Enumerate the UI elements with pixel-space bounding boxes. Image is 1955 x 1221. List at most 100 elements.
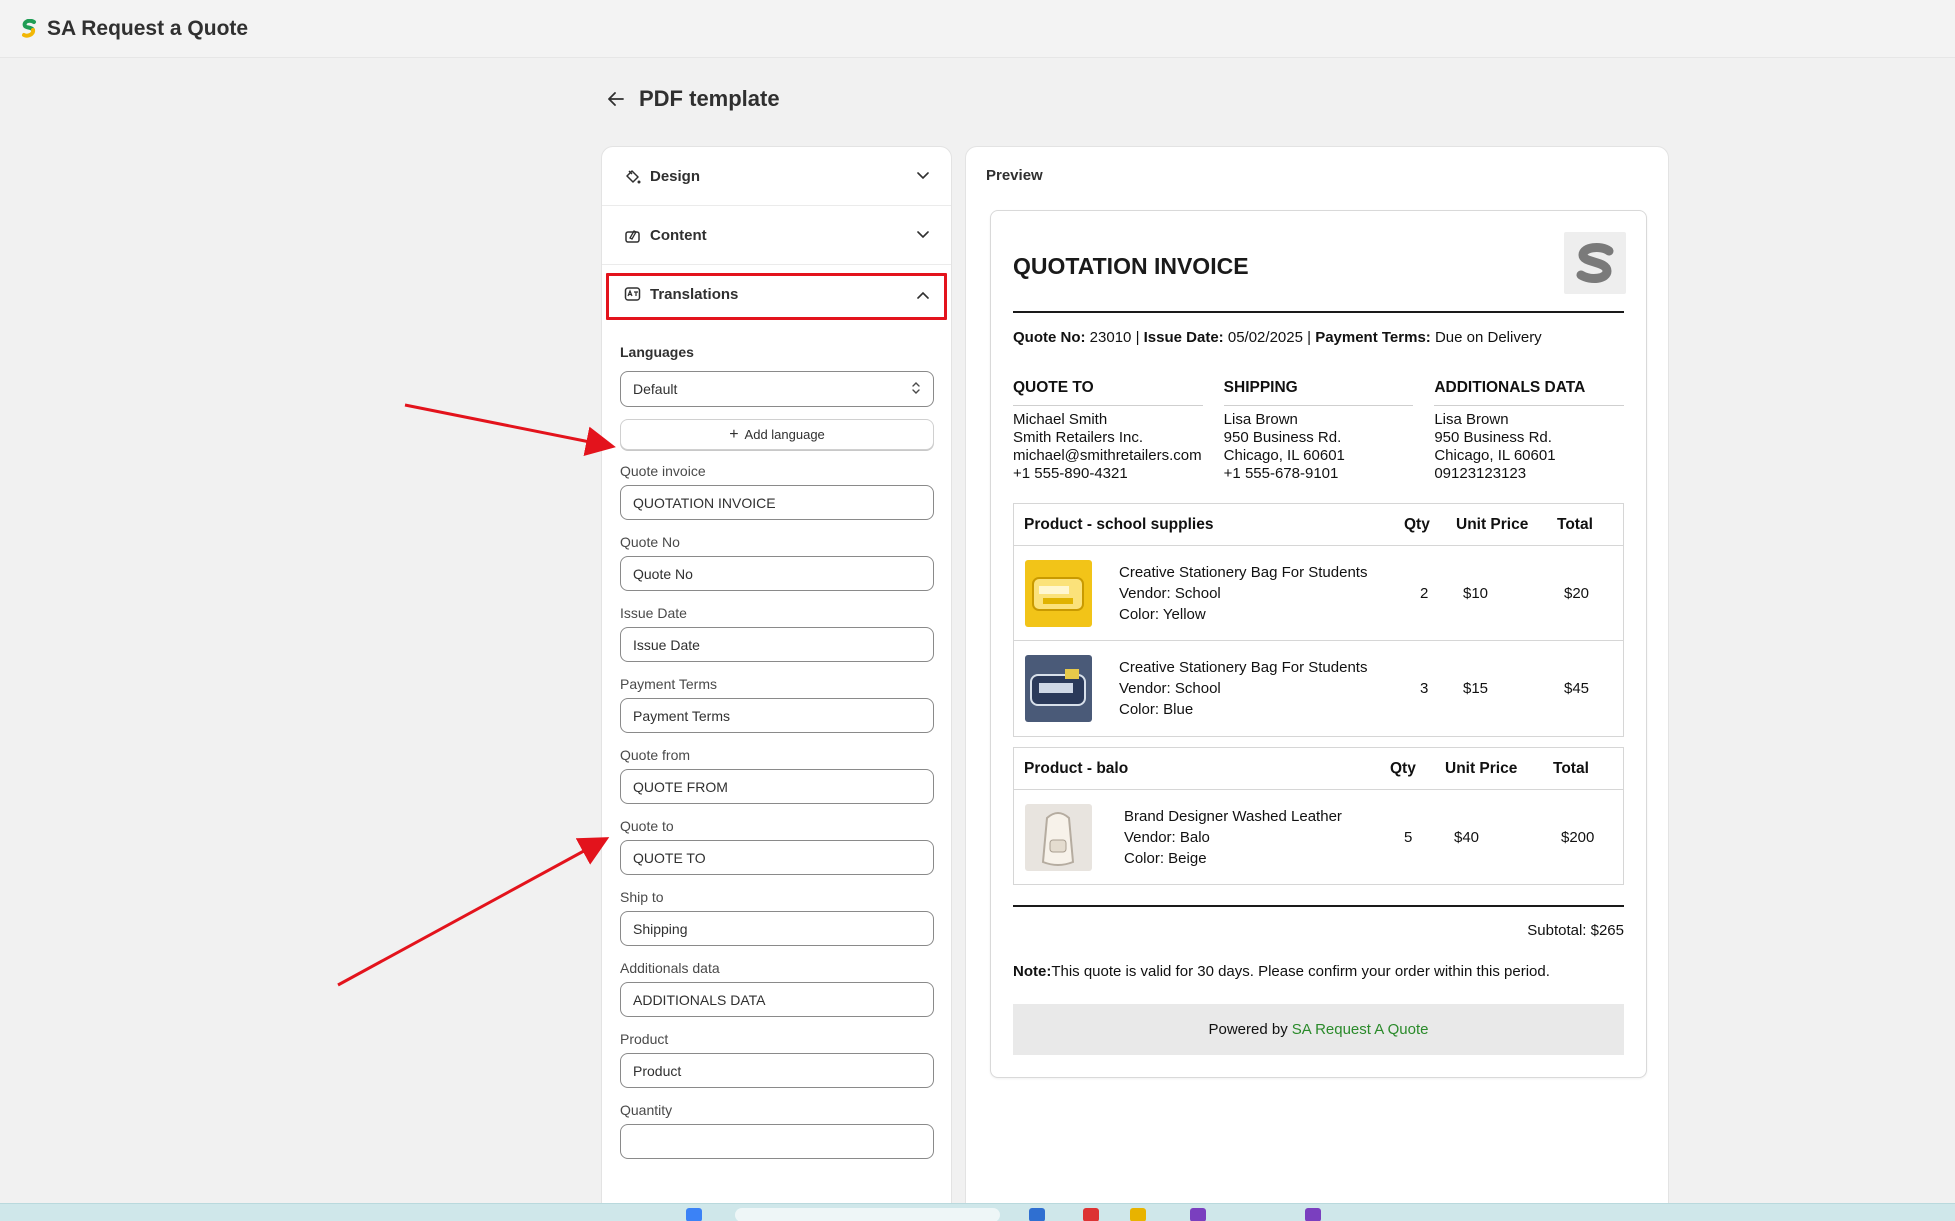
taskbar-app-icon[interactable] <box>686 1208 702 1221</box>
field-input[interactable] <box>620 1124 934 1159</box>
address-line: Smith Retailers Inc. <box>1013 429 1144 446</box>
field-input[interactable] <box>620 982 934 1017</box>
translate-icon <box>622 285 642 305</box>
separator: | <box>1307 329 1312 346</box>
additional-data-block: ADDITIONALS DATA Lisa Brown 950 Business… <box>1434 379 1625 483</box>
shipping-heading: SHIPPING <box>1223 379 1414 406</box>
address-line: +1 555-678-9101 <box>1223 465 1339 482</box>
product-name: Brand Designer Washed Leather <box>1124 807 1342 825</box>
language-select-value: Default <box>633 381 678 397</box>
company-logo-icon <box>1564 232 1626 294</box>
translation-field: Quote invoice <box>620 463 934 520</box>
settings-panel: Design Content Translations Languages De… <box>601 146 952 1221</box>
chevron-down-icon <box>915 227 931 243</box>
product-name: Creative Stationery Bag For Students <box>1119 659 1368 676</box>
product-color: Color: Yellow <box>1119 605 1206 623</box>
field-label: Issue Date <box>620 605 687 621</box>
section-content-label: Content <box>650 226 707 244</box>
quote-meta: Quote No: 23010 | Issue Date: 05/02/2025… <box>1013 329 1542 346</box>
select-arrows-icon <box>911 381 921 398</box>
section-content[interactable]: Content <box>602 206 951 265</box>
translation-field: Additionals data <box>620 960 934 1017</box>
section-design-label: Design <box>650 167 701 185</box>
totals-divider <box>1013 905 1624 907</box>
taskbar-app-icon[interactable] <box>1130 1208 1146 1221</box>
taskbar-app-icon[interactable] <box>1305 1208 1321 1221</box>
total-header: Total <box>1553 759 1589 777</box>
taskbar-search[interactable] <box>735 1208 1000 1221</box>
product-description: Creative Stationery Bag For Students Ven… <box>1119 657 1416 720</box>
add-language-button[interactable]: + Add language <box>620 419 934 450</box>
chevron-down-icon <box>915 168 931 184</box>
translation-field: Issue Date <box>620 605 934 662</box>
taskbar-app-icon[interactable] <box>1083 1208 1099 1221</box>
translations-form: Languages Default + Add language Quote i… <box>602 344 951 1159</box>
unit-price-cell: $10 <box>1463 584 1489 602</box>
translation-field: Quote No <box>620 534 934 591</box>
powered-by-text: Powered by <box>1208 1021 1288 1038</box>
table-row: Brand Designer Washed Leather Vendor: Ba… <box>1014 790 1623 884</box>
translation-field: Ship to <box>620 889 934 946</box>
total-header: Total <box>1557 515 1593 533</box>
address-line: michael@smithretailers.com <box>1013 447 1202 464</box>
field-input[interactable] <box>620 911 934 946</box>
table-header: Product - balo Qty Unit Price Total <box>1014 748 1623 790</box>
product-table-school-supplies: Product - school supplies Qty Unit Price… <box>1013 503 1624 737</box>
field-input[interactable] <box>620 1053 934 1088</box>
address-line: Chicago, IL 60601 <box>1434 447 1556 464</box>
powered-by-footer: Powered by SA Request A Quote <box>1013 1004 1624 1055</box>
field-label: Quantity <box>620 1102 673 1118</box>
field-label: Quote from <box>620 747 691 763</box>
unit-price-header: Unit Price <box>1445 759 1518 777</box>
app-logo-icon <box>22 18 36 38</box>
taskbar-app-icon[interactable] <box>1029 1208 1045 1221</box>
translation-field: Payment Terms <box>620 676 934 733</box>
address-line: 950 Business Rd. <box>1434 429 1552 446</box>
title-divider <box>1013 311 1624 313</box>
back-arrow-icon[interactable] <box>605 88 627 110</box>
separator: | <box>1135 329 1140 346</box>
field-input[interactable] <box>620 485 934 520</box>
address-line: Lisa Brown <box>1223 411 1298 428</box>
issue-date-label: Issue Date: <box>1143 329 1224 346</box>
section-translations[interactable]: Translations <box>602 265 951 324</box>
product-vendor: Vendor: Balo <box>1124 828 1210 846</box>
page-header: PDF template <box>605 86 780 112</box>
address-columns: QUOTE TO Michael Smith Smith Retailers I… <box>1013 379 1625 483</box>
address-line: +1 555-890-4321 <box>1013 465 1128 482</box>
add-language-label: Add language <box>744 427 825 442</box>
translation-field: Quantity <box>620 1102 934 1159</box>
section-design[interactable]: Design <box>602 147 951 206</box>
plus-icon: + <box>729 425 739 443</box>
translation-field: Product <box>620 1031 934 1088</box>
product-color: Color: Blue <box>1119 701 1194 718</box>
quote-to-block: QUOTE TO Michael Smith Smith Retailers I… <box>1013 379 1203 483</box>
page-title: PDF template <box>639 86 780 111</box>
pdf-preview-document: QUOTATION INVOICE Quote No: 23010 | Issu… <box>990 210 1647 1078</box>
field-label: Additionals data <box>620 960 720 976</box>
powered-by-link[interactable]: SA Request A Quote <box>1292 1021 1429 1038</box>
field-label: Payment Terms <box>620 676 717 692</box>
chevron-up-icon <box>915 287 931 303</box>
quote-to-heading: QUOTE TO <box>1013 379 1203 406</box>
payment-terms-value: Due on Delivery <box>1434 329 1542 346</box>
address-line: Lisa Brown <box>1434 411 1509 428</box>
taskbar-app-icon[interactable] <box>1190 1208 1206 1221</box>
field-input[interactable] <box>620 698 934 733</box>
unit-price-header: Unit Price <box>1456 515 1529 533</box>
field-label: Product <box>620 1031 669 1047</box>
product-thumbnail <box>1025 803 1092 871</box>
total-cell: $20 <box>1564 584 1590 602</box>
qty-header: Qty <box>1404 515 1430 533</box>
unit-price-cell: $40 <box>1454 828 1480 846</box>
product-header: Product - balo <box>1024 759 1129 777</box>
field-label: Quote invoice <box>620 463 706 479</box>
field-input[interactable] <box>620 769 934 804</box>
field-input[interactable] <box>620 840 934 875</box>
field-input[interactable] <box>620 556 934 591</box>
field-input[interactable] <box>620 627 934 662</box>
issue-date-value: 05/02/2025 <box>1227 329 1303 346</box>
product-vendor: Vendor: School <box>1119 680 1221 697</box>
qty-header: Qty <box>1390 759 1416 777</box>
language-select[interactable]: Default <box>620 371 934 407</box>
